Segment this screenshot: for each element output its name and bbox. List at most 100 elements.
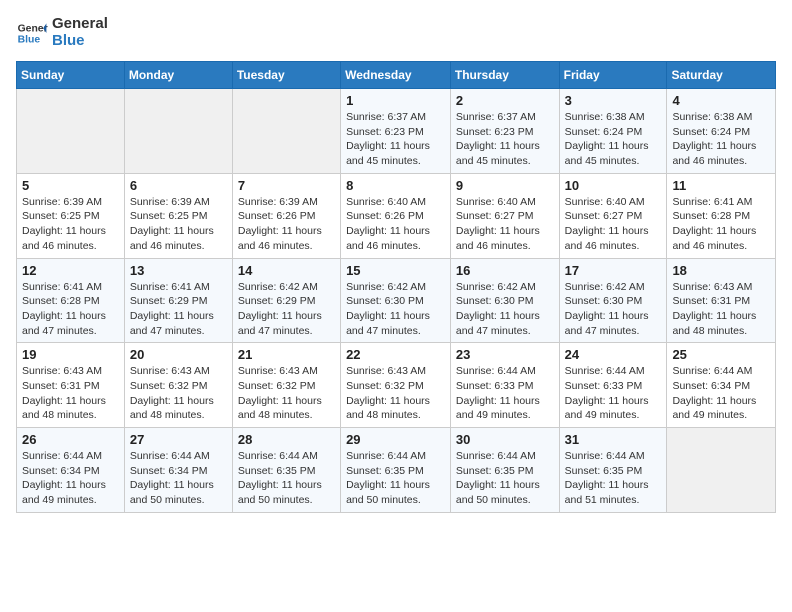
calendar-cell: 26 Sunrise: 6:44 AM Sunset: 6:34 PM Dayli… [17, 428, 125, 513]
day-number: 12 [22, 263, 119, 278]
day-number: 20 [130, 347, 227, 362]
calendar-cell: 1 Sunrise: 6:37 AM Sunset: 6:23 PM Daylig… [341, 89, 451, 174]
day-info: Sunrise: 6:44 AM Sunset: 6:33 PM Dayligh… [456, 364, 554, 423]
day-info: Sunrise: 6:44 AM Sunset: 6:35 PM Dayligh… [456, 449, 554, 508]
day-header-saturday: Saturday [667, 62, 776, 89]
calendar-cell: 25 Sunrise: 6:44 AM Sunset: 6:34 PM Dayli… [667, 343, 776, 428]
day-number: 22 [346, 347, 445, 362]
day-header-sunday: Sunday [17, 62, 125, 89]
day-number: 8 [346, 178, 445, 193]
day-info: Sunrise: 6:44 AM Sunset: 6:34 PM Dayligh… [672, 364, 770, 423]
day-number: 25 [672, 347, 770, 362]
calendar-cell: 24 Sunrise: 6:44 AM Sunset: 6:33 PM Dayli… [559, 343, 667, 428]
calendar-cell: 8 Sunrise: 6:40 AM Sunset: 6:26 PM Daylig… [341, 173, 451, 258]
day-info: Sunrise: 6:40 AM Sunset: 6:27 PM Dayligh… [565, 195, 662, 254]
calendar-table: SundayMondayTuesdayWednesdayThursdayFrid… [16, 61, 776, 513]
day-number: 3 [565, 93, 662, 108]
calendar-cell: 10 Sunrise: 6:40 AM Sunset: 6:27 PM Dayli… [559, 173, 667, 258]
calendar-cell: 17 Sunrise: 6:42 AM Sunset: 6:30 PM Dayli… [559, 258, 667, 343]
day-info: Sunrise: 6:40 AM Sunset: 6:26 PM Dayligh… [346, 195, 445, 254]
day-header-thursday: Thursday [450, 62, 559, 89]
day-info: Sunrise: 6:43 AM Sunset: 6:32 PM Dayligh… [346, 364, 445, 423]
day-info: Sunrise: 6:38 AM Sunset: 6:24 PM Dayligh… [672, 110, 770, 169]
day-info: Sunrise: 6:44 AM Sunset: 6:34 PM Dayligh… [22, 449, 119, 508]
day-number: 16 [456, 263, 554, 278]
calendar-cell [124, 89, 232, 174]
day-info: Sunrise: 6:44 AM Sunset: 6:35 PM Dayligh… [346, 449, 445, 508]
calendar-cell: 21 Sunrise: 6:43 AM Sunset: 6:32 PM Dayli… [232, 343, 340, 428]
day-number: 28 [238, 432, 335, 447]
day-number: 13 [130, 263, 227, 278]
day-number: 7 [238, 178, 335, 193]
calendar-cell: 23 Sunrise: 6:44 AM Sunset: 6:33 PM Dayli… [450, 343, 559, 428]
day-number: 1 [346, 93, 445, 108]
day-number: 14 [238, 263, 335, 278]
calendar-cell: 29 Sunrise: 6:44 AM Sunset: 6:35 PM Dayli… [341, 428, 451, 513]
page-header: General Blue General Blue [16, 16, 776, 49]
day-info: Sunrise: 6:42 AM Sunset: 6:30 PM Dayligh… [456, 280, 554, 339]
day-number: 21 [238, 347, 335, 362]
day-info: Sunrise: 6:39 AM Sunset: 6:26 PM Dayligh… [238, 195, 335, 254]
calendar-cell: 12Sunrise: 6:41 AM Sunset: 6:28 PM Dayli… [17, 258, 125, 343]
day-info: Sunrise: 6:44 AM Sunset: 6:35 PM Dayligh… [565, 449, 662, 508]
day-info: Sunrise: 6:44 AM Sunset: 6:33 PM Dayligh… [565, 364, 662, 423]
day-info: Sunrise: 6:42 AM Sunset: 6:30 PM Dayligh… [346, 280, 445, 339]
day-info: Sunrise: 6:44 AM Sunset: 6:35 PM Dayligh… [238, 449, 335, 508]
day-number: 19 [22, 347, 119, 362]
day-header-wednesday: Wednesday [341, 62, 451, 89]
calendar-cell: 22 Sunrise: 6:43 AM Sunset: 6:32 PM Dayli… [341, 343, 451, 428]
calendar-cell: 11Sunrise: 6:41 AM Sunset: 6:28 PM Dayli… [667, 173, 776, 258]
day-number: 18 [672, 263, 770, 278]
day-number: 29 [346, 432, 445, 447]
calendar-cell: 3 Sunrise: 6:38 AM Sunset: 6:24 PM Daylig… [559, 89, 667, 174]
day-number: 6 [130, 178, 227, 193]
calendar-cell [232, 89, 340, 174]
day-info: Sunrise: 6:43 AM Sunset: 6:31 PM Dayligh… [22, 364, 119, 423]
day-info: Sunrise: 6:42 AM Sunset: 6:30 PM Dayligh… [565, 280, 662, 339]
calendar-cell: 31 Sunrise: 6:44 AM Sunset: 6:35 PM Dayli… [559, 428, 667, 513]
calendar-cell: 20 Sunrise: 6:43 AM Sunset: 6:32 PM Dayli… [124, 343, 232, 428]
day-info: Sunrise: 6:43 AM Sunset: 6:32 PM Dayligh… [238, 364, 335, 423]
day-number: 27 [130, 432, 227, 447]
day-number: 26 [22, 432, 119, 447]
logo-icon: General Blue [16, 17, 48, 49]
day-info: Sunrise: 6:37 AM Sunset: 6:23 PM Dayligh… [346, 110, 445, 169]
day-info: Sunrise: 6:42 AM Sunset: 6:29 PM Dayligh… [238, 280, 335, 339]
day-number: 23 [456, 347, 554, 362]
day-number: 24 [565, 347, 662, 362]
day-info: Sunrise: 6:41 AM Sunset: 6:28 PM Dayligh… [672, 195, 770, 254]
calendar-cell: 18 Sunrise: 6:43 AM Sunset: 6:31 PM Dayli… [667, 258, 776, 343]
day-info: Sunrise: 6:39 AM Sunset: 6:25 PM Dayligh… [22, 195, 119, 254]
day-header-tuesday: Tuesday [232, 62, 340, 89]
calendar-cell: 6Sunrise: 6:39 AM Sunset: 6:25 PM Daylig… [124, 173, 232, 258]
day-number: 9 [456, 178, 554, 193]
day-number: 30 [456, 432, 554, 447]
calendar-week-3: 12Sunrise: 6:41 AM Sunset: 6:28 PM Dayli… [17, 258, 776, 343]
calendar-week-1: 1 Sunrise: 6:37 AM Sunset: 6:23 PM Daylig… [17, 89, 776, 174]
svg-text:General: General [18, 23, 48, 34]
day-info: Sunrise: 6:43 AM Sunset: 6:31 PM Dayligh… [672, 280, 770, 339]
day-number: 17 [565, 263, 662, 278]
day-number: 10 [565, 178, 662, 193]
logo: General Blue General Blue [16, 16, 108, 49]
day-number: 31 [565, 432, 662, 447]
calendar-cell: 9Sunrise: 6:40 AM Sunset: 6:27 PM Daylig… [450, 173, 559, 258]
calendar-cell: 16 Sunrise: 6:42 AM Sunset: 6:30 PM Dayli… [450, 258, 559, 343]
calendar-header-row: SundayMondayTuesdayWednesdayThursdayFrid… [17, 62, 776, 89]
calendar-cell: 28 Sunrise: 6:44 AM Sunset: 6:35 PM Dayli… [232, 428, 340, 513]
logo-general: General [52, 16, 108, 33]
day-info: Sunrise: 6:41 AM Sunset: 6:29 PM Dayligh… [130, 280, 227, 339]
day-info: Sunrise: 6:37 AM Sunset: 6:23 PM Dayligh… [456, 110, 554, 169]
day-info: Sunrise: 6:44 AM Sunset: 6:34 PM Dayligh… [130, 449, 227, 508]
calendar-cell: 19 Sunrise: 6:43 AM Sunset: 6:31 PM Dayli… [17, 343, 125, 428]
svg-text:Blue: Blue [18, 34, 41, 45]
day-info: Sunrise: 6:43 AM Sunset: 6:32 PM Dayligh… [130, 364, 227, 423]
day-header-monday: Monday [124, 62, 232, 89]
day-number: 2 [456, 93, 554, 108]
calendar-week-4: 19 Sunrise: 6:43 AM Sunset: 6:31 PM Dayli… [17, 343, 776, 428]
calendar-cell: 5 Sunrise: 6:39 AM Sunset: 6:25 PM Daylig… [17, 173, 125, 258]
day-info: Sunrise: 6:38 AM Sunset: 6:24 PM Dayligh… [565, 110, 662, 169]
calendar-week-5: 26 Sunrise: 6:44 AM Sunset: 6:34 PM Dayli… [17, 428, 776, 513]
calendar-body: 1 Sunrise: 6:37 AM Sunset: 6:23 PM Daylig… [17, 89, 776, 513]
day-number: 5 [22, 178, 119, 193]
